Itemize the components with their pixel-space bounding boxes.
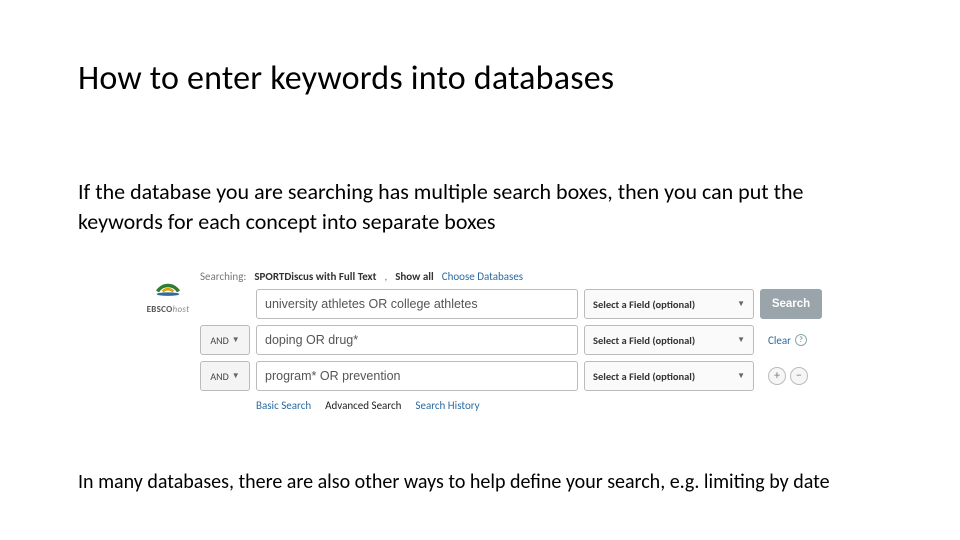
crumb-showall: Show all — [395, 270, 434, 283]
add-row-button[interactable]: + — [768, 367, 786, 385]
operator-label: AND — [210, 334, 228, 347]
search-mode-links: Basic Search Advanced Search Search Hist… — [256, 399, 882, 412]
search-row: AND ▼ Select a Field (optional) ▼ + − — [200, 361, 882, 391]
keyword-input[interactable] — [256, 289, 578, 319]
field-select[interactable]: Select a Field (optional) ▼ — [584, 289, 754, 319]
chevron-down-icon: ▼ — [232, 335, 240, 345]
search-button[interactable]: Search — [760, 289, 822, 319]
choose-databases-link[interactable]: Choose Databases — [442, 270, 523, 283]
operator-select[interactable]: AND ▼ — [200, 361, 250, 391]
search-area: Searching: SPORTDiscus with Full Text , … — [200, 270, 882, 412]
keyword-input[interactable] — [256, 325, 578, 355]
field-select-label: Select a Field (optional) — [593, 334, 695, 347]
chevron-down-icon: ▼ — [737, 371, 745, 381]
outro-paragraph: In many databases, there are also other … — [78, 470, 830, 494]
chevron-down-icon: ▼ — [737, 335, 745, 345]
field-select[interactable]: Select a Field (optional) ▼ — [584, 325, 754, 355]
slide: How to enter keywords into databases If … — [0, 0, 960, 540]
ebsco-globe-icon — [154, 274, 182, 302]
slide-title: How to enter keywords into databases — [78, 58, 882, 99]
operator-label: AND — [210, 370, 228, 383]
crumb-database: SPORTDiscus with Full Text — [254, 270, 376, 283]
search-row: Select a Field (optional) ▼ Search — [200, 289, 882, 319]
chevron-down-icon: ▼ — [737, 299, 745, 309]
help-icon[interactable]: ? — [795, 334, 807, 346]
operator-select[interactable]: AND ▼ — [200, 325, 250, 355]
crumb-sep: , — [384, 270, 387, 283]
intro-paragraph: If the database you are searching has mu… — [78, 177, 882, 236]
chevron-down-icon: ▼ — [232, 371, 240, 381]
ebsco-logo: EBSCOhost — [136, 270, 200, 315]
search-row: AND ▼ Select a Field (optional) ▼ Clear … — [200, 325, 882, 355]
ebsco-screenshot: EBSCOhost Searching: SPORTDiscus with Fu… — [136, 270, 882, 412]
remove-row-button[interactable]: − — [790, 367, 808, 385]
basic-search-link[interactable]: Basic Search — [256, 399, 311, 412]
crumb-prefix: Searching: — [200, 270, 246, 283]
field-select[interactable]: Select a Field (optional) ▼ — [584, 361, 754, 391]
breadcrumb: Searching: SPORTDiscus with Full Text , … — [200, 270, 882, 283]
advanced-search-link[interactable]: Advanced Search — [325, 399, 401, 412]
keyword-input[interactable] — [256, 361, 578, 391]
clear-link[interactable]: Clear — [768, 334, 791, 347]
field-select-label: Select a Field (optional) — [593, 298, 695, 311]
field-select-label: Select a Field (optional) — [593, 370, 695, 383]
ebsco-logo-text: EBSCOhost — [147, 304, 190, 315]
search-history-link[interactable]: Search History — [415, 399, 479, 412]
